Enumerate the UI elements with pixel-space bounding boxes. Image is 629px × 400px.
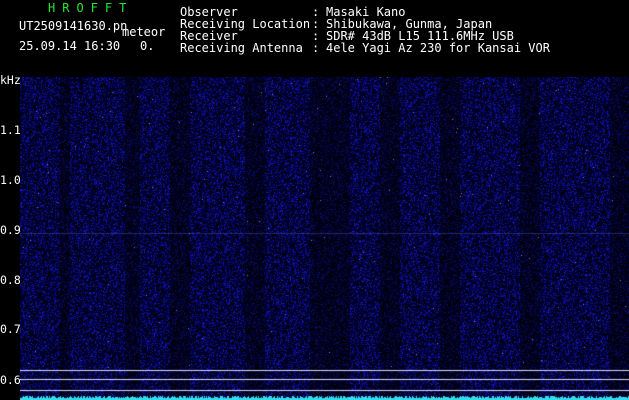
datetime-label: 25.09.14 16:30 — [19, 39, 121, 53]
y-tick-label: 0.6 — [0, 373, 21, 387]
app-title: HROFFT — [48, 1, 134, 15]
antenna-label: Receiving Antenna — [180, 41, 303, 55]
count-label: 0. — [140, 39, 155, 53]
y-tick-label: 1.0 — [0, 173, 21, 187]
y-tick-label: 0.9 — [0, 223, 21, 237]
mode-label: meteor — [122, 25, 166, 39]
antenna-sep: : — [312, 41, 320, 55]
y-tick-label: 0.8 — [0, 273, 21, 287]
filename-label: UT2509141630.pn — [19, 19, 128, 33]
antenna-value: 4ele Yagi Az 230 for Kansai VOR — [326, 41, 550, 55]
y-axis-unit: kHz — [0, 73, 21, 87]
spectrogram-plot — [20, 77, 629, 400]
y-tick-label: 0.7 — [0, 322, 21, 336]
y-tick-label: 1.1 — [0, 123, 21, 137]
spectrogram-canvas — [20, 77, 629, 400]
